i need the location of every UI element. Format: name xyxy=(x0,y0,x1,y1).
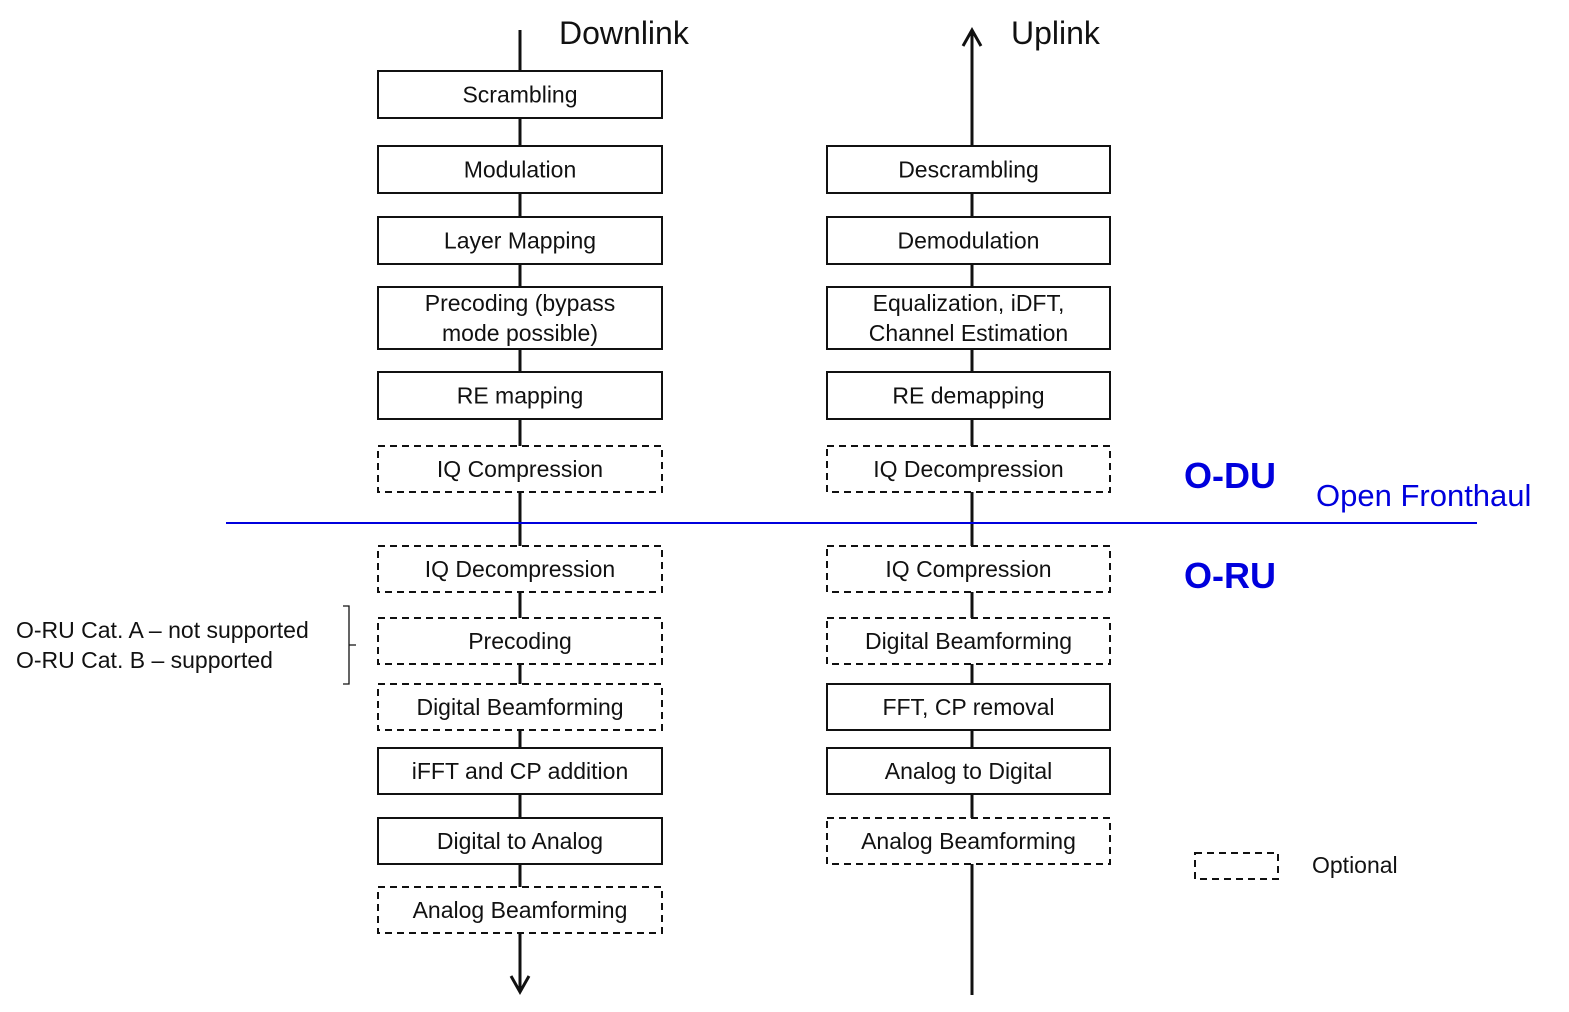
block-label: IQ Decompression xyxy=(425,556,615,582)
block-label: Digital to Analog xyxy=(437,828,603,854)
block-label: IQ Compression xyxy=(885,556,1051,582)
uplink-block-re-demapping: RE demapping xyxy=(826,371,1111,420)
block-label: Analog Beamforming xyxy=(861,828,1076,854)
block-label: IQ Compression xyxy=(437,456,603,482)
downlink-block-digital-to-analog: Digital to Analog xyxy=(377,817,663,865)
downlink-block-analog-beamforming: Analog Beamforming xyxy=(377,886,663,934)
block-label: Descrambling xyxy=(898,157,1039,183)
downlink-block-iq-decompression: IQ Decompression xyxy=(377,545,663,593)
legend-optional-swatch xyxy=(1194,852,1279,880)
uplink-block-demodulation: Demodulation xyxy=(826,216,1111,265)
block-label: Precoding (bypass xyxy=(425,290,616,316)
uplink-block-analog-to-digital: Analog to Digital xyxy=(826,747,1111,795)
legend-optional-label: Optional xyxy=(1312,852,1398,878)
block-label: Layer Mapping xyxy=(444,228,596,254)
downlink-block-modulation: Modulation xyxy=(377,145,663,194)
block-label: FFT, CP removal xyxy=(882,694,1054,720)
annotation-cat-a: O-RU Cat. A – not supported xyxy=(16,617,309,643)
uplink-block-equalization-idft-channel-estimation: Equalization, iDFT, Channel Estimation xyxy=(826,286,1111,350)
o-ru-label: O-RU xyxy=(1184,555,1276,596)
block-label: Precoding xyxy=(468,628,572,654)
downlink-block-re-mapping: RE mapping xyxy=(377,371,663,420)
block-label: Scrambling xyxy=(462,82,577,108)
block-label: Demodulation xyxy=(898,228,1040,254)
uplink-block-descrambling: Descrambling xyxy=(826,145,1111,194)
uplink-title: Uplink xyxy=(1011,15,1101,51)
block-label: Digital Beamforming xyxy=(416,694,623,720)
uplink-block-fft-cp-removal: FFT, CP removal xyxy=(826,683,1111,731)
block-label: Analog to Digital xyxy=(885,758,1053,784)
uplink-block-digital-beamforming: Digital Beamforming xyxy=(826,617,1111,665)
downlink-block-precoding-bypass-mode-possible: Precoding (bypass mode possible) xyxy=(377,286,663,350)
block-label: RE mapping xyxy=(457,383,584,409)
block-label: Analog Beamforming xyxy=(413,897,628,923)
block-label: Digital Beamforming xyxy=(865,628,1072,654)
downlink-block-ifft-and-cp-addition: iFFT and CP addition xyxy=(377,747,663,795)
downlink-block-scrambling: Scrambling xyxy=(377,70,663,119)
downlink-block-iq-compression: IQ Compression xyxy=(377,445,663,493)
block-label: IQ Decompression xyxy=(873,456,1063,482)
block-label: Channel Estimation xyxy=(869,320,1068,346)
downlink-block-layer-mapping: Layer Mapping xyxy=(377,216,663,265)
open-fronthaul-label: Open Fronthaul xyxy=(1316,478,1531,513)
block-label: iFFT and CP addition xyxy=(412,758,629,784)
uplink-block-analog-beamforming: Analog Beamforming xyxy=(826,817,1111,865)
downlink-block-precoding: Precoding xyxy=(377,617,663,665)
annotation-brace xyxy=(343,605,356,685)
uplink-chain: Descrambling Demodulation Equalization, iD… xyxy=(826,145,1111,865)
block-label: Modulation xyxy=(464,157,577,183)
block-label: Equalization, iDFT, xyxy=(873,290,1065,316)
annotation-cat-b: O-RU Cat. B – supported xyxy=(16,647,273,673)
o-du-label: O-DU xyxy=(1184,455,1276,496)
fronthaul-diagram: Downlink Uplink O-DU O-RU Open Fronthaul… xyxy=(16,15,1531,996)
downlink-title: Downlink xyxy=(559,15,690,51)
uplink-block-iq-compression: IQ Compression xyxy=(826,545,1111,593)
downlink-block-digital-beamforming: Digital Beamforming xyxy=(377,683,663,731)
block-label: RE demapping xyxy=(892,383,1044,409)
uplink-block-iq-decompression: IQ Decompression xyxy=(826,445,1111,493)
block-label: mode possible) xyxy=(442,320,598,346)
